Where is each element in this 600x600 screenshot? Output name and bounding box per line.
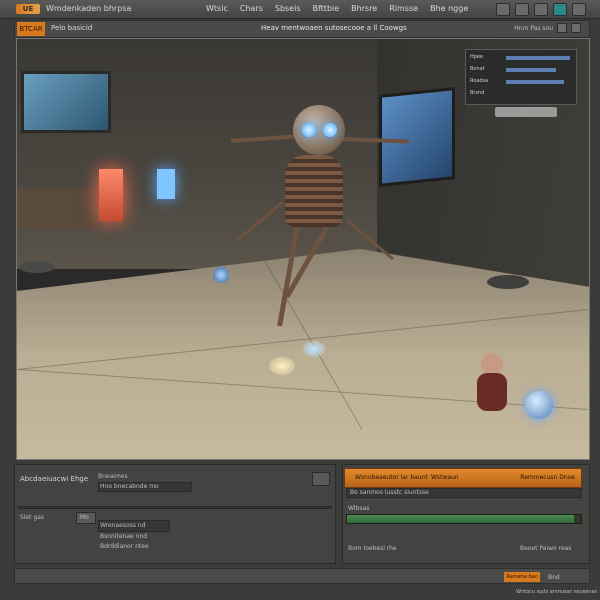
details-divider [18, 506, 332, 509]
robot-body [285, 155, 343, 227]
close-viewport-icon[interactable] [571, 23, 581, 33]
render-status-label: Wlbsas [348, 505, 370, 512]
render-header-right: Remmecusn Dnoe [520, 474, 575, 481]
details-list-item[interactable]: Bsnnitenae nnd [100, 533, 147, 540]
robot-head [293, 105, 345, 155]
floor-light [303, 341, 325, 357]
menu-item-5[interactable]: Bhrsre [351, 4, 377, 13]
grid-icon[interactable] [534, 3, 548, 16]
orb [213, 267, 229, 283]
window-controls [496, 3, 586, 16]
overlay-bar [506, 68, 556, 72]
menu-item-3[interactable]: Sbseis [275, 4, 301, 13]
viewport-mode-label: Hnm Pas sou [514, 24, 553, 32]
shelf [17, 189, 97, 229]
floor-pad [487, 275, 529, 289]
render-header-mid: Wstwaun [431, 474, 459, 481]
details-row2-button-label: Mo [80, 514, 89, 521]
blue-light [157, 169, 175, 199]
menu-item-1[interactable]: Wtsic [206, 4, 228, 13]
overlay-row: Hpee [470, 54, 484, 60]
overlay-row: Bonaf [470, 66, 485, 72]
render-header: Wsnobeaeutor lar baunt Wstwaun Remmecusn… [344, 468, 582, 488]
overlay-bar [506, 56, 570, 60]
details-action-button[interactable] [312, 472, 330, 486]
title-bar: UE Wmdenkaden bhrpsa Wtsic Chars Sbseis … [0, 0, 600, 19]
overlay-row: Brsnd [470, 90, 485, 96]
menu-bar: Wtsic Chars Sbseis Bfttbie Bhrsre Rimsse… [206, 4, 468, 13]
render-button[interactable]: Ramene bac [504, 572, 540, 582]
render-footer-left: Bom loebesl rhe [348, 545, 397, 552]
app-title: Wmdenkaden bhrpsa [46, 4, 132, 13]
footer-note: Wntocu suds amnusar neuwinas [516, 589, 598, 595]
wall-monitor [21, 71, 111, 133]
details-row1-label: Bneaimes [98, 473, 128, 480]
close-icon[interactable] [572, 3, 586, 16]
maximize-icon[interactable] [557, 23, 567, 33]
render-sub-label: Bo sanmos lusstc siuntsse [350, 489, 429, 496]
tab-second[interactable]: Pelo basicid [51, 24, 92, 32]
menu-item-2[interactable]: Chars [240, 4, 263, 13]
render-footer-right: Beoet Paiwo reas [520, 545, 572, 552]
viewport-controls: Hnm Pas sou [514, 23, 581, 33]
render-progress-bar [346, 514, 582, 524]
details-list-item[interactable]: Wrenaesoss nd [100, 522, 145, 529]
scene-viewport[interactable]: Hpee Bonaf Roadsa Brsnd [16, 38, 590, 460]
red-light [99, 169, 123, 221]
details-title: Abcdaeiuacwi Ehge [20, 475, 89, 483]
details-row2-label: Slet gas [20, 514, 45, 521]
render-progress-fill [347, 515, 574, 523]
window-icon[interactable] [515, 3, 529, 16]
overlay-bar [506, 80, 564, 84]
render-header-left: Wsnobeaeutor lar baunt [355, 474, 428, 481]
menu-item-4[interactable]: Bfttbie [313, 4, 340, 13]
floor-light [269, 357, 295, 375]
overlay-button[interactable] [495, 107, 557, 117]
app-logo: UE [16, 4, 40, 14]
tab-active[interactable]: BTCAR [17, 22, 45, 36]
eye-icon[interactable] [553, 3, 567, 16]
overlay-panel: Hpee Bonaf Roadsa Brsnd [465, 49, 577, 105]
menu-item-6[interactable]: Rimsse [389, 4, 418, 13]
window-panel [379, 87, 455, 187]
viewport-toolbar: BTCAR Pelo basicid Heav mentwoaen sutose… [14, 20, 590, 38]
details-list-item[interactable]: Bdrddianor ntee [100, 543, 149, 550]
details-row1-value: Hno bnecabnde mo [100, 483, 159, 490]
blue-orb [525, 391, 553, 419]
robot-eye-right [323, 123, 337, 137]
status-bar-right-label[interactable]: Bnd [548, 574, 560, 581]
robot-eye-left [302, 123, 316, 137]
small-robot [473, 353, 513, 413]
small-robot-body [477, 373, 507, 411]
small-robot-head [481, 353, 503, 375]
overlay-row: Roadsa [470, 78, 489, 84]
floor-pad [19, 261, 55, 273]
viewport-title: Heav mentwoaen sutosecooe a ll Coowgs [261, 24, 407, 32]
menu-item-7[interactable]: Bhe ngge [430, 4, 468, 13]
settings-icon[interactable] [496, 3, 510, 16]
